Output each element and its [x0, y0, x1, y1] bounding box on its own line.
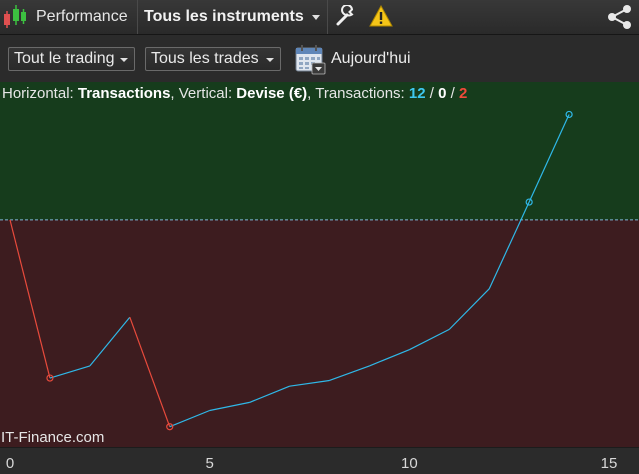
warning-icon[interactable] [369, 5, 393, 27]
vertical-axis-name: Devise (€) [236, 85, 308, 102]
horizontal-axis-name: Transactions [77, 85, 171, 102]
info-separator: , Vertical: [170, 85, 237, 102]
watermark: IT-Finance.com [1, 429, 105, 446]
equity-curve-chart[interactable] [0, 82, 639, 474]
app-title: Performance [36, 8, 128, 25]
info-prefix: Horizontal: [2, 85, 78, 102]
instrument-selector[interactable]: Tous les instruments [144, 8, 304, 26]
candlestick-chart-icon[interactable] [2, 3, 28, 31]
x-tick-label: 15 [600, 455, 618, 472]
trading-filter-dropdown[interactable]: Tout le trading [8, 47, 135, 71]
loss-zone [0, 219, 639, 447]
top-bar: Performance Tous les instruments [0, 0, 639, 35]
trades-filter-dropdown[interactable]: Tous les trades [145, 47, 281, 71]
separator [137, 0, 138, 34]
chevron-down-icon [120, 58, 128, 62]
wrench-icon[interactable] [335, 5, 357, 27]
calendar-icon[interactable] [294, 43, 326, 75]
chevron-down-icon [312, 15, 320, 20]
losing-trades-count: 2 [458, 85, 468, 102]
count-separator: / [446, 85, 459, 102]
trading-filter-label: Tout le trading [14, 50, 115, 67]
share-icon[interactable] [604, 3, 634, 31]
x-tick-label: 5 [205, 455, 214, 472]
count-separator: / [425, 85, 439, 102]
date-range-label[interactable]: Aujourd'hui [331, 50, 411, 68]
x-tick-label: 0 [5, 455, 15, 472]
winning-trades-count: 12 [408, 85, 426, 102]
info-separator: , Transactions: [307, 85, 409, 102]
x-tick-label: 10 [401, 455, 418, 472]
separator [327, 0, 328, 34]
chart-info-line: Horizontal: Transactions, Vertical: Devi… [2, 85, 467, 102]
chevron-down-icon [266, 58, 274, 62]
trades-filter-label: Tous les trades [151, 50, 259, 67]
profit-zone [0, 82, 639, 220]
